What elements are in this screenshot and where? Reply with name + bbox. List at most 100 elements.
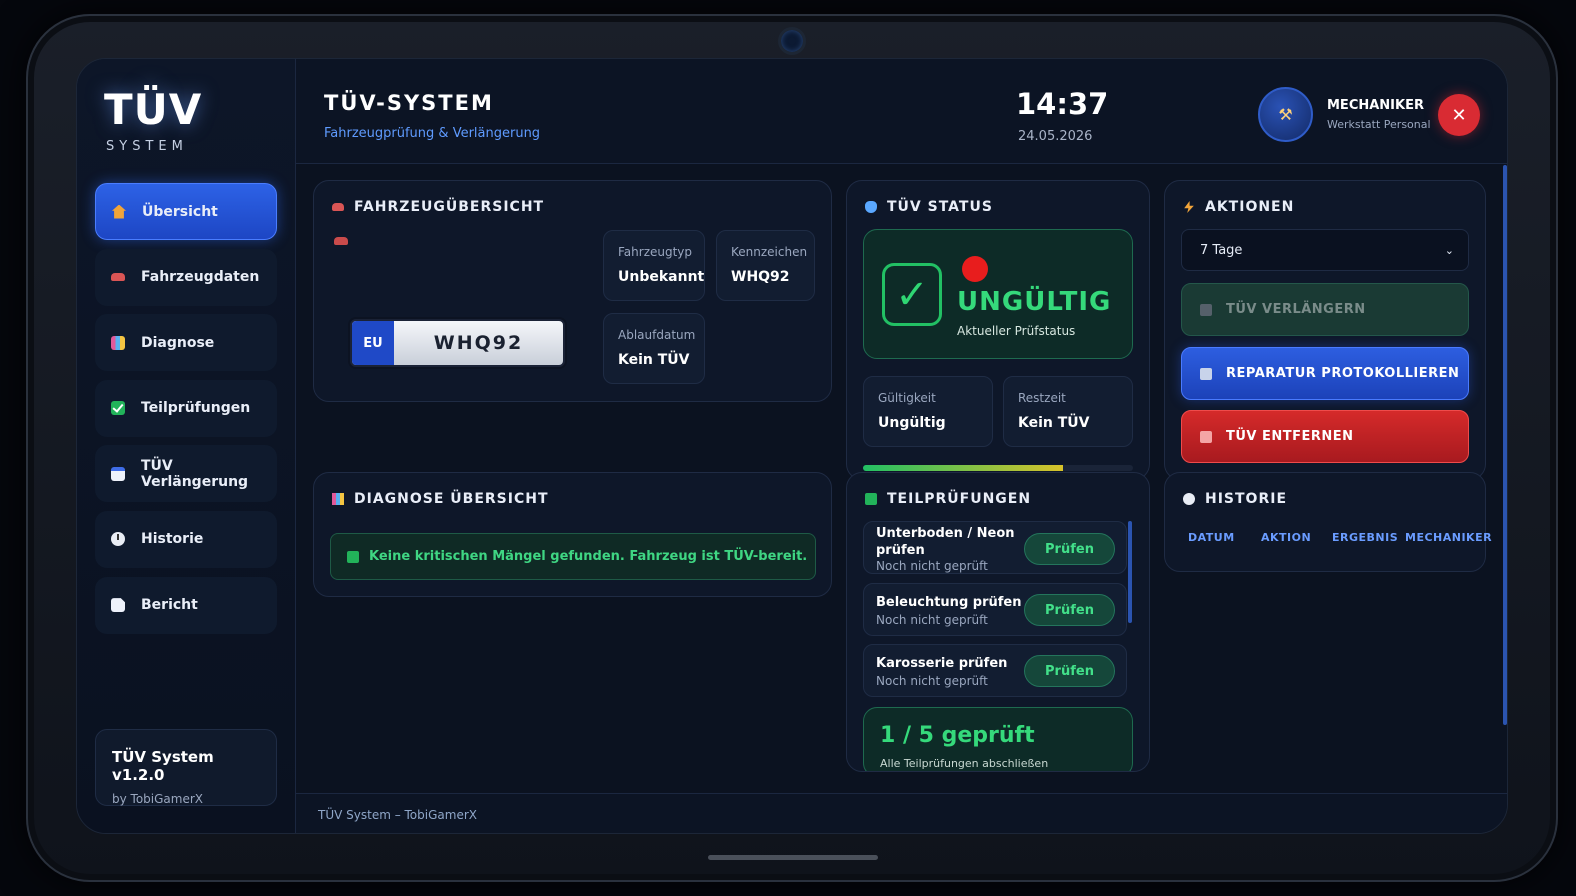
tuev-status-card: TÜV STATUS ✓ UNGÜLTIG Aktueller Prüfstat… bbox=[846, 180, 1150, 480]
subcheck-state: Noch nicht geprüft bbox=[876, 559, 988, 573]
version-title: TÜV System v1.2.0 bbox=[112, 748, 214, 784]
history-card: HISTORIE DATUM AKTION ERGEBNIS MECHANIKE… bbox=[1164, 472, 1492, 572]
clock-time: 14:37 bbox=[1016, 87, 1109, 121]
sidebar-item-fahrzeugdaten[interactable]: Fahrzeugdaten bbox=[95, 248, 277, 306]
card-title: DIAGNOSE ÜBERSICHT bbox=[332, 491, 549, 507]
info-label: Gültigkeit bbox=[878, 391, 936, 405]
user-role-sub: Werkstatt Personal bbox=[1327, 118, 1431, 131]
car-icon bbox=[111, 273, 125, 282]
header: TÜV-SYSTEM Fahrzeugprüfung & Verlängerun… bbox=[296, 59, 1507, 164]
user-role: MECHANIKER bbox=[1327, 98, 1424, 113]
car-icon bbox=[334, 237, 348, 245]
status-state-sub: Aktueller Prüfstatus bbox=[957, 324, 1076, 338]
card-title-text: DIAGNOSE ÜBERSICHT bbox=[354, 491, 549, 507]
sidebar-item-uebersicht[interactable]: Übersicht bbox=[95, 183, 277, 240]
shield-icon bbox=[865, 201, 877, 213]
extend-tuev-button[interactable]: TÜV VERLÄNGERN bbox=[1181, 283, 1469, 336]
sidebar-item-historie[interactable]: Historie bbox=[95, 510, 277, 568]
info-remaining: Restzeit Kein TÜV bbox=[1003, 376, 1133, 447]
sidebar-item-diagnose[interactable]: Diagnose bbox=[95, 314, 277, 372]
footer: TÜV System – TobiGamerX bbox=[296, 793, 1507, 833]
page-title: TÜV-SYSTEM bbox=[324, 91, 494, 115]
sidebar-item-label: Bericht bbox=[141, 597, 198, 614]
card-title: HISTORIE bbox=[1183, 491, 1287, 507]
license-plate: EU WHQ92 bbox=[350, 319, 565, 367]
info-label: Restzeit bbox=[1018, 391, 1066, 405]
status-dot-icon bbox=[962, 256, 988, 282]
info-vehicle-type: Fahrzeugtyp Unbekannt bbox=[603, 230, 705, 301]
subcheck-name: Karosserie prüfen bbox=[876, 656, 1008, 671]
close-icon: ✕ bbox=[1451, 104, 1467, 126]
check-button[interactable]: Prüfen bbox=[1024, 533, 1115, 565]
car-icon bbox=[332, 203, 344, 211]
subchecks-count-box: 1 / 5 geprüft Alle Teilprüfungen abschli… bbox=[863, 707, 1133, 771]
main-scrollbar[interactable] bbox=[1503, 165, 1507, 725]
info-validity: Gültigkeit Ungültig bbox=[863, 376, 993, 447]
card-title-text: TEILPRÜFUNGEN bbox=[887, 491, 1032, 507]
subchecks-scrollbar[interactable] bbox=[1128, 521, 1132, 623]
card-title: AKTIONEN bbox=[1183, 199, 1294, 215]
history-col-date: DATUM bbox=[1188, 531, 1235, 544]
actions-card: AKTIONEN 7 Tage ⌄ TÜV VERLÄNGERN REPARAT… bbox=[1164, 180, 1486, 480]
card-title-text: AKTIONEN bbox=[1205, 199, 1295, 215]
home-icon bbox=[112, 204, 126, 219]
info-value: Unbekannt bbox=[618, 269, 705, 285]
logo-title: TÜV bbox=[104, 85, 203, 134]
chart-icon bbox=[332, 493, 344, 505]
remove-tuev-button[interactable]: TÜV ENTFERNEN bbox=[1181, 410, 1469, 463]
history-col-action: AKTION bbox=[1261, 531, 1312, 544]
button-label: TÜV VERLÄNGERN bbox=[1226, 302, 1366, 317]
log-repair-button[interactable]: REPARATUR PROTOKOLLIEREN bbox=[1181, 347, 1469, 400]
checkbox-icon bbox=[111, 401, 125, 416]
sidebar: TÜV SYSTEM Übersicht Fahrzeugdaten Diagn… bbox=[77, 59, 296, 833]
check-icon: ✓ bbox=[882, 263, 942, 326]
card-title: TÜV STATUS bbox=[865, 199, 993, 215]
tools-icon bbox=[1200, 367, 1212, 380]
sidebar-item-label: TÜV Verlängerung bbox=[141, 457, 249, 490]
version-box: TÜV System v1.2.0 by TobiGamerX bbox=[95, 729, 277, 806]
plate-number: WHQ92 bbox=[433, 332, 524, 354]
history-col-result: ERGEBNIS bbox=[1332, 531, 1399, 544]
clock-date: 24.05.2026 bbox=[1018, 129, 1093, 144]
subchecks-count: 1 / 5 geprüft bbox=[880, 723, 1035, 748]
chart-icon bbox=[111, 335, 125, 350]
info-label: Ablaufdatum bbox=[618, 328, 696, 342]
checkbox-icon bbox=[865, 493, 877, 505]
footer-text: TÜV System – TobiGamerX bbox=[318, 808, 477, 822]
sidebar-nav: Übersicht Fahrzeugdaten Diagnose Teilprü… bbox=[95, 183, 277, 642]
close-button[interactable]: ✕ bbox=[1438, 94, 1480, 136]
clock-icon bbox=[111, 532, 125, 547]
info-value: Kein TÜV bbox=[618, 352, 690, 368]
period-select[interactable]: 7 Tage ⌄ bbox=[1181, 229, 1469, 271]
check-button[interactable]: Prüfen bbox=[1024, 594, 1115, 626]
info-plate: Kennzeichen WHQ92 bbox=[716, 230, 815, 301]
sidebar-item-tuev-verlaengerung[interactable]: TÜV Verlängerung bbox=[95, 445, 277, 503]
camera-icon bbox=[778, 27, 806, 55]
info-expiry: Ablaufdatum Kein TÜV bbox=[603, 313, 705, 384]
plate-country: EU bbox=[352, 321, 394, 365]
card-title: FAHRZEUGÜBERSICHT bbox=[332, 199, 544, 215]
document-icon bbox=[111, 598, 125, 613]
sidebar-item-label: Diagnose bbox=[141, 334, 215, 351]
info-value: Kein TÜV bbox=[1018, 415, 1090, 431]
history-col-mechanic: MECHANIKER bbox=[1405, 531, 1493, 544]
version-author: by TobiGamerX bbox=[112, 792, 203, 806]
check-button[interactable]: Prüfen bbox=[1024, 655, 1115, 687]
lightning-icon bbox=[1184, 201, 1194, 213]
sidebar-item-label: Teilprüfungen bbox=[141, 400, 251, 417]
status-progress-fill bbox=[863, 465, 1063, 471]
home-indicator[interactable] bbox=[708, 855, 878, 860]
avatar[interactable]: ⚒ bbox=[1258, 87, 1313, 142]
sidebar-item-bericht[interactable]: Bericht bbox=[95, 576, 277, 634]
subcheck-state: Noch nicht geprüft bbox=[876, 674, 988, 688]
period-select-value: 7 Tage bbox=[1200, 242, 1243, 258]
page-subtitle: Fahrzeugprüfung & Verlängerung bbox=[324, 126, 541, 141]
card-title-text: TÜV STATUS bbox=[887, 199, 993, 215]
info-value: Ungültig bbox=[878, 415, 946, 431]
chevron-down-icon: ⌄ bbox=[1444, 243, 1454, 257]
clock-icon bbox=[1183, 493, 1195, 505]
subchecks-card: TEILPRÜFUNGEN Unterboden / Neon prüfen N… bbox=[846, 472, 1150, 772]
card-title-text: HISTORIE bbox=[1205, 491, 1288, 507]
button-label: TÜV ENTFERNEN bbox=[1226, 429, 1354, 444]
sidebar-item-teilpruefungen[interactable]: Teilprüfungen bbox=[95, 379, 277, 437]
